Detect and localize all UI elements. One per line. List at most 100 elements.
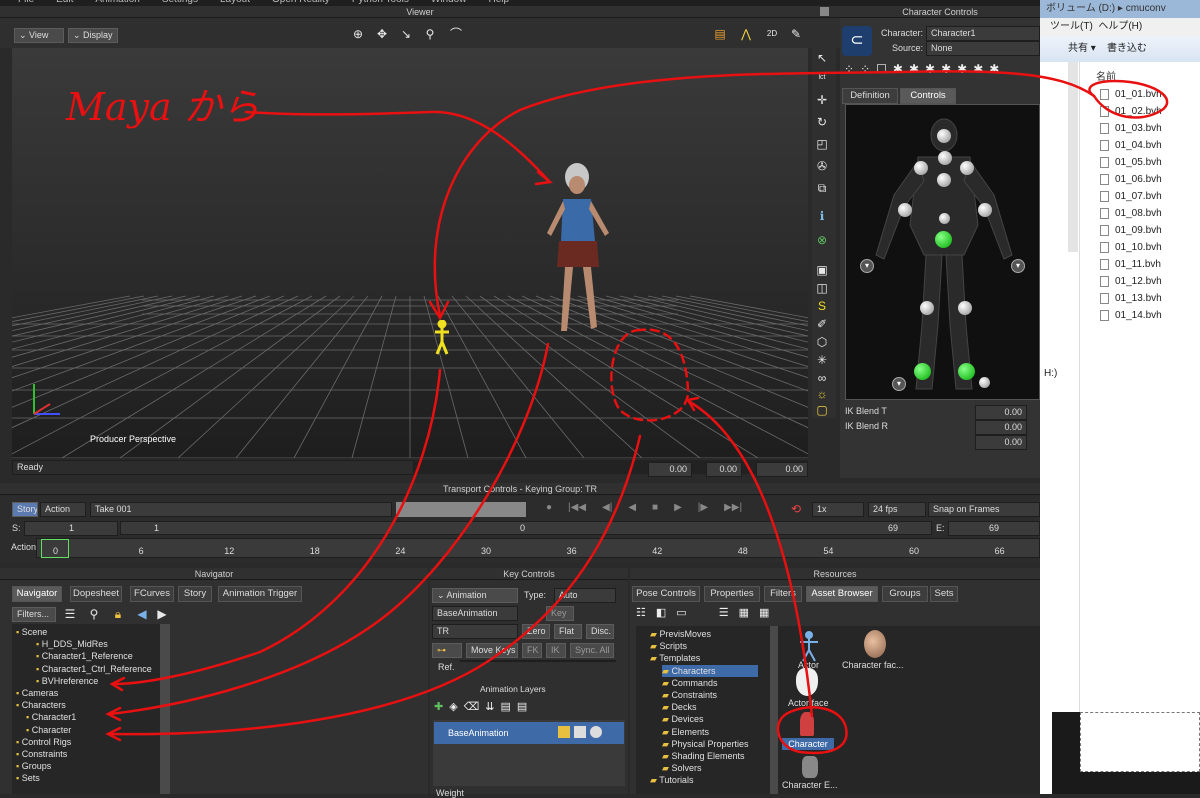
sun-icon[interactable]: ☼ (814, 386, 830, 402)
key-button[interactable]: Key (546, 606, 574, 621)
ik-blend-t-value[interactable]: 0.00 (975, 405, 1027, 420)
pencil-icon[interactable]: ✎ (788, 26, 804, 42)
navigator-tree-item[interactable]: ▪ Character (26, 724, 71, 736)
frame-range-slider[interactable] (120, 521, 932, 535)
file-item[interactable]: 01_10.bvh (1100, 239, 1162, 256)
hexagon-icon[interactable]: ⬡ (814, 334, 830, 350)
file-item[interactable]: 01_12.bvh (1100, 273, 1162, 290)
split-view-icon[interactable]: ◧ (656, 606, 666, 624)
end-frame-field[interactable]: 69 (948, 521, 1040, 536)
foot-right-control[interactable] (979, 377, 990, 388)
coord-y-field[interactable]: 0.00 (706, 462, 742, 477)
tab-controls[interactable]: Controls (900, 88, 956, 104)
story-toggle[interactable]: Story (12, 502, 38, 517)
trajectory-icon[interactable]: ⋀ (738, 26, 754, 42)
file-item[interactable]: 01_07.bvh (1100, 188, 1162, 205)
hand-right-control[interactable]: ▾ (1011, 259, 1025, 273)
neck-control[interactable] (938, 151, 952, 165)
menu-item[interactable]: File (18, 0, 34, 5)
frame-icon[interactable]: ▢ (814, 402, 830, 418)
foot-left-control[interactable]: ▾ (892, 377, 906, 391)
shoulder-left-control[interactable] (914, 161, 928, 175)
thumb-view-icon[interactable]: ▦ (759, 606, 769, 624)
resources-tree-item[interactable]: ▰ Physical Properties (662, 738, 748, 750)
ref-select[interactable] (460, 660, 616, 662)
resources-tree-item[interactable]: ▰ Tutorials (650, 774, 693, 786)
resources-tree-item[interactable]: ▰ Elements (662, 726, 709, 738)
bvh-skeleton[interactable] (432, 320, 452, 356)
navigator-tree-item[interactable]: ▪ Sets (16, 772, 40, 784)
tab-res-groups[interactable]: Groups (882, 586, 928, 602)
ik-blend-r-value[interactable]: 0.00 (975, 420, 1027, 435)
navigator-tree-item[interactable]: ▪ Cameras (16, 687, 58, 699)
selection-icon[interactable]: ☐ (876, 62, 887, 82)
figure5-icon[interactable]: ✱ (957, 62, 967, 82)
file-item[interactable]: 01_04.bvh (1100, 137, 1162, 154)
navigator-tree-item[interactable]: ▪ Constraints (16, 748, 67, 760)
navigator-tree-item[interactable]: ▪ Character1 (26, 711, 76, 723)
ik-blend-3-value[interactable]: 0.00 (975, 435, 1027, 450)
spine-control[interactable] (939, 213, 950, 224)
tree-view-icon[interactable]: ☷ (636, 606, 646, 624)
add-layer-icon[interactable]: ✚ (434, 700, 443, 716)
fps-select[interactable]: 24 fps (868, 502, 926, 517)
coord-z-field[interactable]: 0.00 (756, 462, 808, 477)
glasses-icon[interactable]: ∞ (814, 370, 830, 386)
goto-start-icon[interactable]: |◀◀ (568, 502, 586, 517)
share-button[interactable]: 共有 ▾ (1068, 43, 1096, 54)
head-control[interactable] (937, 129, 951, 143)
layer-icon[interactable]: ◈ (449, 700, 457, 716)
body-part-icon[interactable]: ⁘ (860, 62, 870, 82)
speed-select[interactable]: 1x (812, 502, 864, 517)
character-extension-asset[interactable]: Character E... (780, 756, 840, 792)
resources-tree-item[interactable]: ▰ PrevisMoves (650, 628, 711, 640)
timeline-playhead[interactable] (41, 539, 69, 558)
translate-tool-icon[interactable]: ✛ (814, 92, 830, 108)
layer-lock-icon[interactable] (558, 726, 570, 738)
timeline-ruler[interactable]: 0 6 12 18 24 30 36 42 48 54 60 66 (36, 538, 1040, 558)
navigator-tree-item[interactable]: ▪ Control Rigs (16, 736, 71, 748)
take-select[interactable]: Take 001 (90, 502, 392, 517)
shoulder-right-control[interactable] (960, 161, 974, 175)
menu-tools[interactable]: ツール(T) (1050, 21, 1093, 32)
menu-help[interactable]: ヘルプ(H) (1098, 21, 1142, 32)
layer-select[interactable]: BaseAnimation (432, 606, 518, 621)
info-icon[interactable]: ℹ (814, 208, 830, 224)
key-icon-button[interactable]: ⊶ (432, 643, 462, 658)
pivot-icon[interactable]: ✇ (814, 158, 830, 174)
figure-icon[interactable]: ✱ (893, 62, 903, 82)
hips-control[interactable] (935, 231, 952, 248)
figure7-icon[interactable]: ✱ (989, 62, 999, 82)
character-face-asset[interactable]: Character fac... (842, 630, 912, 672)
resources-tree-item[interactable]: ▰ Scripts (650, 640, 687, 652)
zoom-icon[interactable]: ⚲ (422, 26, 438, 42)
figure3-icon[interactable]: ✱ (925, 62, 935, 82)
menu-item[interactable]: Window (431, 0, 467, 5)
figure2-icon[interactable]: ✱ (909, 62, 919, 82)
actor-face-asset[interactable]: Actor face (786, 668, 836, 712)
snap-select[interactable]: Snap on Frames (928, 502, 1040, 517)
resources-tree-item[interactable]: ▰ Devices (662, 713, 703, 725)
zero-button[interactable]: Zero (522, 624, 550, 639)
file-item[interactable]: 01_01.bvh (1100, 86, 1162, 103)
explorer-scrollbar[interactable] (1068, 62, 1078, 252)
play-back-icon[interactable]: ◀ (628, 502, 636, 517)
viewer-panel-close[interactable] (820, 7, 829, 16)
resources-tree-item[interactable]: ▰ Templates (650, 652, 700, 664)
view-menu-button[interactable]: ⌄ View (14, 28, 64, 43)
knee-left-control[interactable] (920, 301, 934, 315)
navigator-tree-item[interactable]: ▪ Character1_Ctrl_Reference (36, 663, 152, 675)
source-select[interactable]: None (926, 41, 1040, 56)
move-keys-button[interactable]: Move Keys (466, 643, 518, 658)
loop-icon[interactable]: ⟲ (788, 501, 804, 517)
file-item[interactable]: 01_14.bvh (1100, 307, 1162, 324)
menu-item[interactable]: Layout (220, 0, 250, 5)
list-icon[interactable]: ☰ (62, 606, 78, 622)
tab-res-pose-controls[interactable]: Pose Controls (632, 586, 700, 602)
resources-tree-scrollbar[interactable] (770, 626, 778, 794)
fk-button[interactable]: FK (522, 643, 542, 658)
elbow-right-control[interactable] (978, 203, 992, 217)
animation-button[interactable]: ⌄ Animation (432, 588, 518, 603)
file-item[interactable]: 01_11.bvh (1100, 256, 1161, 273)
link-icon[interactable]: ⊗ (814, 232, 830, 248)
